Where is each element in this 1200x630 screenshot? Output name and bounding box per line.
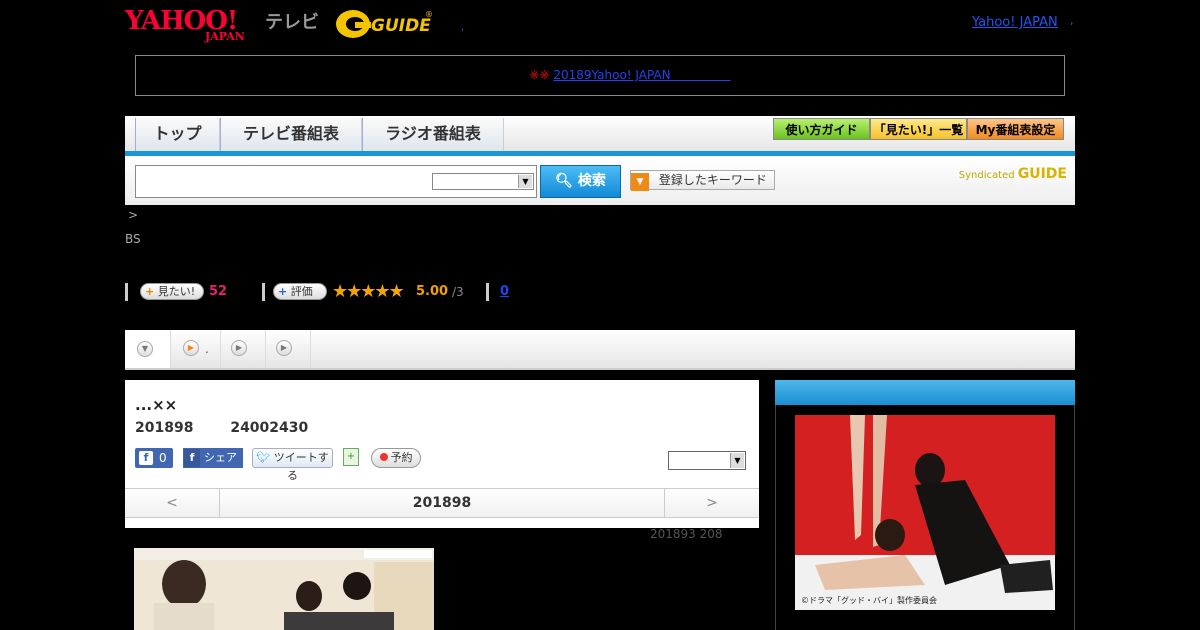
syndicated-brand: GUIDE [1017,166,1067,182]
facebook-share-label: シェア [204,451,237,464]
notice-marks: ※※ [529,68,550,82]
facebook-like-count: 0 [159,451,167,465]
rating-stars-icon: ★★★★★ [332,281,405,302]
program-tabs: ▼ ▶ . ▶ ▶ [125,330,1075,370]
notice-box: ※※ 20189Yahoo! JAPAN [135,55,1065,96]
program-panel: ...×× 201898 24002430 f0 f シェア 🐦︎ ツイートする … [125,380,759,528]
rating-score: 5.00 [416,284,449,299]
facebook-icon: f [139,451,153,465]
want-count: 52 [209,284,228,299]
syndicated-gguide-logo: Syndicated GUIDE [959,166,1067,182]
program-nav-date: 201898 [412,495,472,511]
play-icon: ▶ [231,340,247,356]
reserve-button[interactable]: 予約 [371,448,421,468]
side-panel-header [775,380,1075,405]
nav-tab-tv-schedule[interactable]: テレビ番組表 [220,118,362,151]
tweet-button-label: ツイートする [273,451,329,482]
chevron-down-icon: ▼ [518,175,532,188]
notice-link[interactable]: 20189Yahoo! JAPAN [553,68,730,82]
header-separator: , [461,22,465,33]
prev-program-button[interactable]: < [125,489,220,517]
tab-staff[interactable]: ▶ [266,330,311,368]
yahoo-japan-link[interactable]: Yahoo! JAPAN [972,15,1058,30]
play-icon: ▶ [276,340,292,356]
search-button[interactable]: 🔍︎ 検索 [540,165,621,198]
program-meta: 201898 24002430 [135,420,340,436]
gguide-logo[interactable]: GUIDE ® [335,7,435,41]
triangle-down-icon: ▼ [631,173,649,191]
program-date-nav: < 201898 > [125,488,759,518]
plus-icon: + [278,285,288,298]
program-photo [134,548,434,630]
gguide-logo-text: GUIDE [371,16,431,36]
tab-detail[interactable]: ▶ . [171,330,221,368]
yahoo-japan-logo[interactable]: YAHOO! JAPAN [125,6,262,43]
next-program-button[interactable]: > [664,489,759,517]
tweet-button[interactable]: 🐦︎ ツイートする [252,448,333,482]
search-button-label: 検索 [577,173,606,189]
facebook-share-button[interactable]: f シェア [183,448,243,468]
divider [262,283,265,301]
nav-tab-top[interactable]: トップ [135,118,220,151]
search-category-select[interactable]: ▼ [432,173,534,190]
facebook-like-button[interactable]: f0 [135,448,173,468]
divider [486,283,489,301]
registered-keyword-button[interactable]: ▼ 登録したキーワード [630,170,775,191]
want-button-label: 見たい! [157,285,196,298]
want-button[interactable]: + 見たい! [140,283,204,300]
program-time: 24002430 [230,420,309,436]
tab-cast[interactable]: ▶ [221,330,266,368]
drama-poster-image [795,415,1055,610]
updated-timestamp: 201893 208 [650,527,723,541]
add-calendar-icon[interactable]: + [343,448,359,466]
header-link-separator: , [1070,14,1074,27]
rate-button-label: 評価 [290,285,313,298]
program-title: ...×× [135,396,178,414]
facebook-icon: f [184,449,200,467]
main-nav: トップ テレビ番組表 ラジオ番組表 使い方ガイド 「見たい!」一覧 My番組表設… [125,116,1075,151]
syndicated-label: Syndicated [958,170,1015,181]
program-photo-image [134,548,434,630]
record-dot-icon [379,453,388,461]
rate-button[interactable]: + 評価 [273,283,327,300]
keyword-button-label: 登録したキーワード [658,173,767,187]
search-icon: 🔍︎ [555,173,573,189]
review-count-link[interactable]: 0 [500,284,509,299]
channel-category: BS [125,232,141,246]
promo-image-caption: ©ドラマ「グッド・バイ」製作委員会 [801,596,937,605]
rating-score-max: /3 [452,285,464,299]
nav-tab-radio-schedule[interactable]: ラジオ番組表 [362,118,504,151]
chevron-down-icon: ▼ [137,341,153,357]
search-bar: ▼ 🔍︎ 検索 ▼ 登録したキーワード Syndicated GUIDE [125,156,1075,205]
want-list-button[interactable]: 「見たい!」一覧 [870,118,967,140]
divider [125,283,128,301]
program-date: 201898 [135,420,194,436]
guide-button[interactable]: 使い方ガイド [773,118,870,140]
my-schedule-settings-button[interactable]: My番組表設定 [967,118,1064,140]
twitter-bird-icon: 🐦︎ [256,451,271,464]
breadcrumb: > [128,208,139,222]
tv-logo-label[interactable]: テレビ [265,8,319,34]
registered-mark-icon: ® [425,10,433,19]
japan-logo-text: JAPAN [205,30,245,43]
plus-icon: + [145,285,155,298]
chevron-down-icon: ▼ [730,453,744,468]
reserve-button-label: 予約 [390,451,413,464]
play-icon: ▶ [183,340,199,356]
tab-detail-label: . [205,342,209,356]
recorder-select[interactable]: ▼ [668,451,746,470]
tab-expand-all[interactable]: ▼ [125,330,171,368]
side-promo-image[interactable]: ©ドラマ「グッド・バイ」製作委員会 [795,415,1055,610]
